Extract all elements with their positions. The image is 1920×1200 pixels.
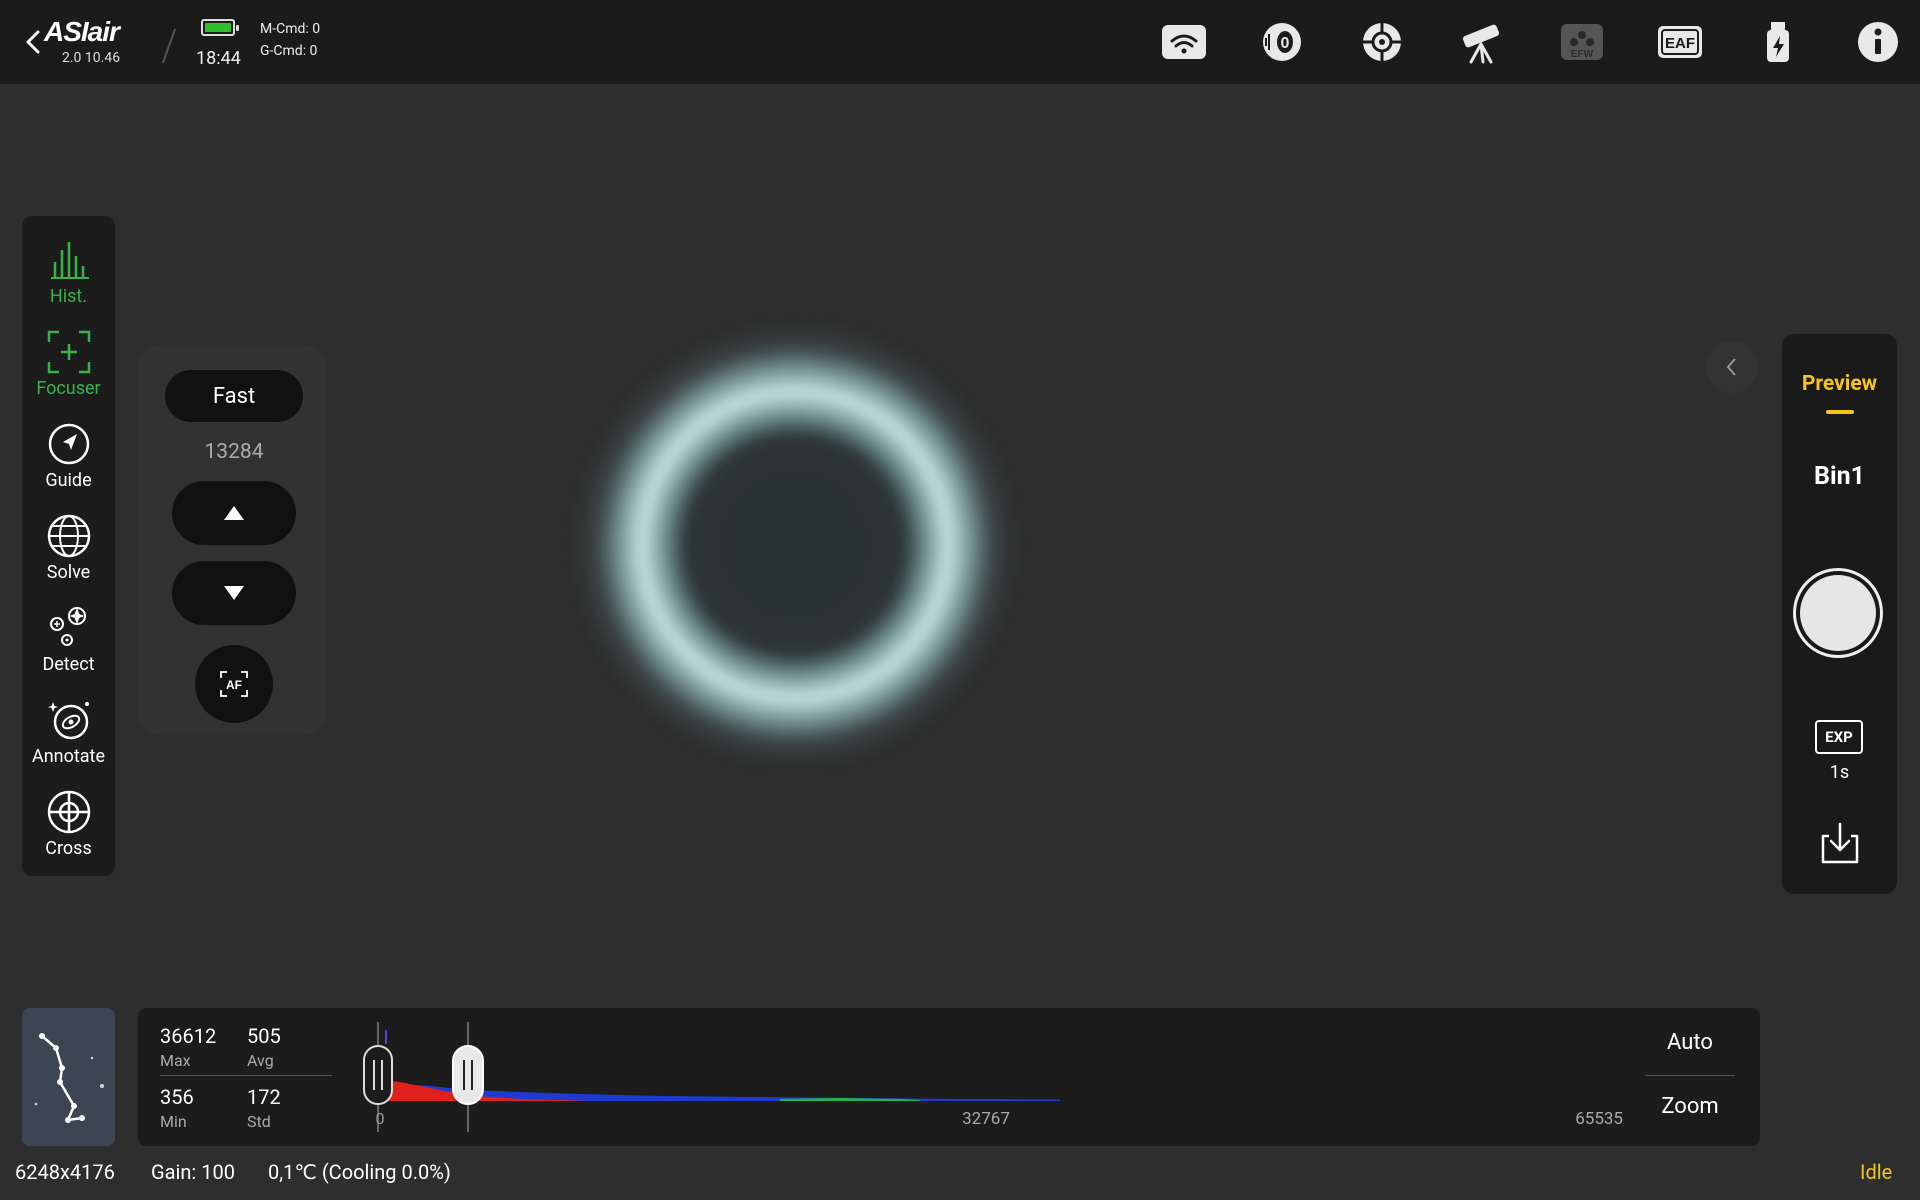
stat-divider [160,1075,332,1076]
app-logo: ASIair [44,16,120,47]
focuser-position: 13284 [204,440,264,464]
camera-count: 0 [1281,35,1290,52]
telescope-icon[interactable] [1456,20,1508,64]
focuser-icon [47,330,90,374]
app-version: 2.0 10.46 [62,50,121,66]
histogram-graph: 0 32767 65535 [363,1022,1623,1132]
shutter-button[interactable] [1793,568,1883,658]
back-icon[interactable] [22,22,46,62]
triangle-down-icon [224,586,244,600]
focuser-speed-button[interactable]: Fast [165,370,303,422]
tool-solve[interactable]: Solve [22,512,115,583]
tool-guide[interactable]: Guide [22,420,115,491]
autofocus-button[interactable]: AF [195,645,273,723]
autofocus-label: AF [226,678,242,692]
exposure-value[interactable]: 1s [1782,762,1897,783]
histogram-auto-button[interactable]: Auto [1645,1030,1735,1055]
temperature-status: 0,1℃ (Cooling 0.0%) [268,1160,451,1184]
eaf-icon[interactable]: EAF [1654,20,1706,64]
battery-icon [201,19,239,36]
left-toolbar: Hist. Focuser Guide Solve Detect Annotat… [22,216,115,876]
tool-cross[interactable]: Cross [22,788,115,859]
tool-histogram[interactable]: Hist. [22,236,115,307]
gain-status: Gain: 100 [151,1160,235,1184]
tool-focuser[interactable]: Focuser [22,328,115,399]
axis-mid-label: 32767 [962,1109,1010,1129]
stat-max-value: 36612 [160,1024,217,1048]
g-cmd-status: G-Cmd: 0 [260,43,318,59]
camera-icon[interactable]: 0 [1256,20,1308,64]
axis-start-label: 0 [376,1109,385,1128]
mode-preview-tab[interactable]: Preview [1782,372,1897,396]
tool-label: Detect [42,654,95,675]
histogram-zoom-button[interactable]: Zoom [1645,1094,1735,1119]
defocused-star-image [570,320,1020,770]
tool-label: Focuser [36,378,101,399]
annotate-icon [47,702,89,740]
bin-selector[interactable]: Bin1 [1782,462,1897,491]
constellation-icon [22,1008,115,1146]
axis-end-label: 65535 [1575,1109,1623,1129]
tool-label: Solve [46,562,91,583]
globe-icon [47,514,90,558]
exposure-icon[interactable]: EXP [1815,720,1863,754]
stat-min-label: Min [160,1112,187,1131]
triangle-up-icon [224,506,244,520]
eaf-label: EAF [1665,35,1695,52]
sky-thumbnail[interactable] [22,1008,115,1146]
crosshair-icon [47,790,90,834]
autofocus-icon: AF [220,671,248,697]
efw-icon[interactable]: EFW [1556,20,1608,64]
guide-icon [48,423,89,465]
tool-label: Cross [45,838,92,859]
camera-state: Idle [1860,1160,1893,1184]
usb-power-icon[interactable] [1752,20,1804,64]
collapse-panel-button[interactable] [1706,341,1758,393]
histogram-icon [50,242,89,279]
clock-time: 18:44 [196,48,241,69]
stat-avg-label: Avg [247,1051,274,1070]
info-icon[interactable] [1852,20,1904,64]
tool-label: Annotate [31,746,105,767]
efw-label: EFW [1571,49,1594,60]
resolution-status: 6248x4176 [15,1160,115,1184]
white-point-handle[interactable] [452,1045,484,1105]
stat-min-value: 356 [160,1085,194,1109]
auto-zoom-divider [1645,1075,1735,1076]
stat-std-value: 172 [247,1085,281,1109]
tool-detect[interactable]: Detect [22,604,115,675]
wifi-icon[interactable] [1158,20,1210,64]
detect-icon [49,607,86,646]
focuser-up-button[interactable] [172,481,296,545]
tool-annotate[interactable]: Annotate [22,696,115,767]
stat-std-label: Std [247,1112,271,1131]
guide-camera-icon[interactable] [1356,20,1408,64]
black-point-handle[interactable] [363,1045,393,1105]
download-icon[interactable] [1817,820,1863,866]
m-cmd-status: M-Cmd: 0 [260,21,321,37]
stat-max-label: Max [160,1051,191,1070]
focuser-down-button[interactable] [172,561,296,625]
stat-avg-value: 505 [247,1024,281,1048]
tool-label: Guide [45,470,92,491]
top-bar [0,0,1920,84]
mode-underline [1826,410,1854,414]
tool-label: Hist. [49,286,88,307]
chevron-left-icon [1726,358,1736,376]
